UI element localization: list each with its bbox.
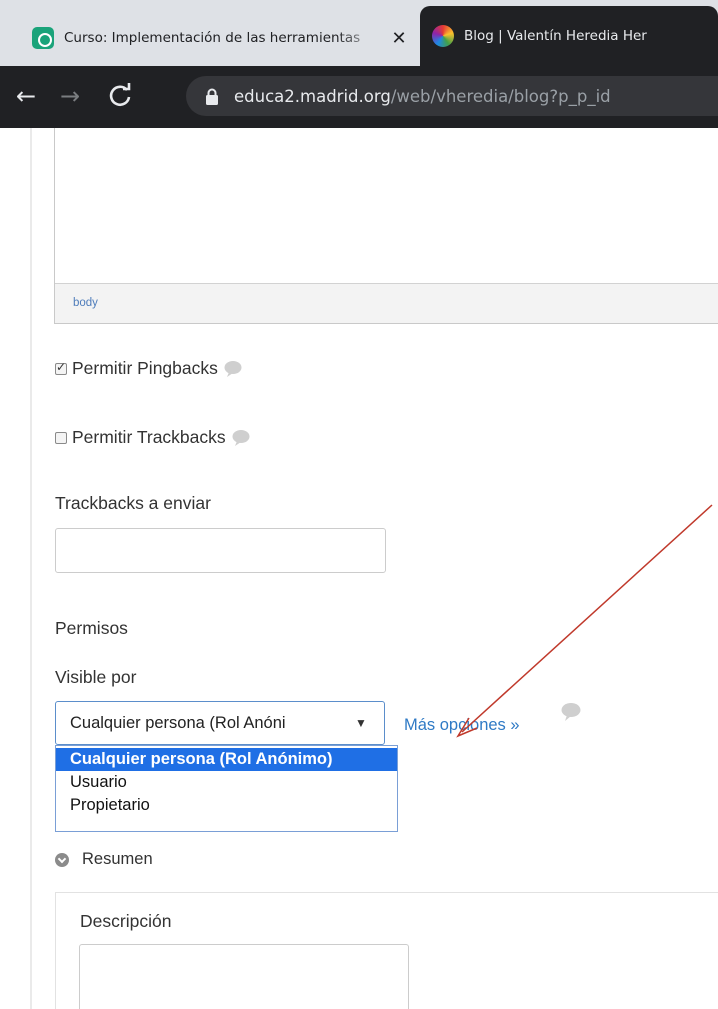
visible-by-label: Visible por (55, 667, 137, 687)
trackbacks-to-send-label: Trackbacks a enviar (55, 493, 211, 513)
lock-icon (200, 88, 224, 105)
reload-icon[interactable] (102, 78, 138, 114)
help-bubble-icon[interactable] (231, 429, 251, 447)
browser-toolbar: ← → educa2.madrid.org/web/vheredia/blog?… (0, 66, 718, 128)
tab-blog-title: Blog | Valentín Heredia Her (464, 28, 647, 44)
rich-text-editor[interactable]: body (54, 128, 718, 324)
tab-course[interactable]: Curso: Implementación de las herramienta… (20, 10, 415, 66)
visible-by-dropdown[interactable]: Cualquier persona (Rol Anónimo) Usuario … (55, 745, 398, 832)
pingbacks-row: Permitir Pingbacks (55, 358, 243, 379)
editor-content-area[interactable] (55, 128, 718, 284)
chevron-down-circle-icon (55, 852, 69, 867)
visible-by-select[interactable]: Cualquier persona (Rol Anóni ▼ (55, 701, 385, 745)
pingbacks-label: Permitir Pingbacks (72, 358, 218, 378)
description-label: Descripción (80, 911, 172, 931)
back-arrow-icon[interactable]: ← (8, 78, 44, 114)
page-rail (30, 128, 32, 1009)
help-bubble-icon[interactable] (223, 360, 243, 378)
description-textarea[interactable] (79, 944, 409, 1009)
trackbacks-row: Permitir Trackbacks (55, 427, 251, 448)
tab-course-title: Curso: Implementación de las herramienta… (64, 30, 361, 46)
option-anyone[interactable]: Cualquier persona (Rol Anónimo) (56, 748, 397, 771)
forward-arrow-icon[interactable]: → (52, 78, 88, 114)
option-owner[interactable]: Propietario (56, 794, 397, 817)
url-text: educa2.madrid.org/web/vheredia/blog?p_p_… (234, 86, 611, 106)
trackbacks-label: Permitir Trackbacks (72, 427, 226, 447)
option-user[interactable]: Usuario (56, 771, 397, 794)
tab-strip: Curso: Implementación de las herramienta… (0, 0, 718, 66)
pingbacks-checkbox[interactable] (55, 360, 67, 375)
trackbacks-to-send-input[interactable] (55, 528, 386, 573)
address-bar[interactable]: educa2.madrid.org/web/vheredia/blog?p_p_… (186, 76, 718, 116)
help-bubble-icon[interactable] (560, 702, 582, 727)
educamadrid-favicon-icon (32, 27, 54, 49)
more-options-link[interactable]: Más opciones » (404, 716, 520, 735)
tab-blog[interactable]: Blog | Valentín Heredia Her (420, 6, 718, 66)
tab-close-icon[interactable]: ✕ (384, 28, 414, 49)
editor-element-path[interactable]: body (55, 284, 718, 323)
summary-toggle[interactable]: Resumen (55, 850, 153, 869)
blog-favicon-icon (432, 25, 454, 47)
chevron-down-icon: ▼ (355, 716, 367, 730)
summary-toggle-label: Resumen (82, 850, 153, 868)
visible-by-selected-value: Cualquier persona (Rol Anóni (70, 713, 286, 732)
trackbacks-checkbox[interactable] (55, 431, 67, 444)
permissions-heading: Permisos (55, 618, 128, 638)
